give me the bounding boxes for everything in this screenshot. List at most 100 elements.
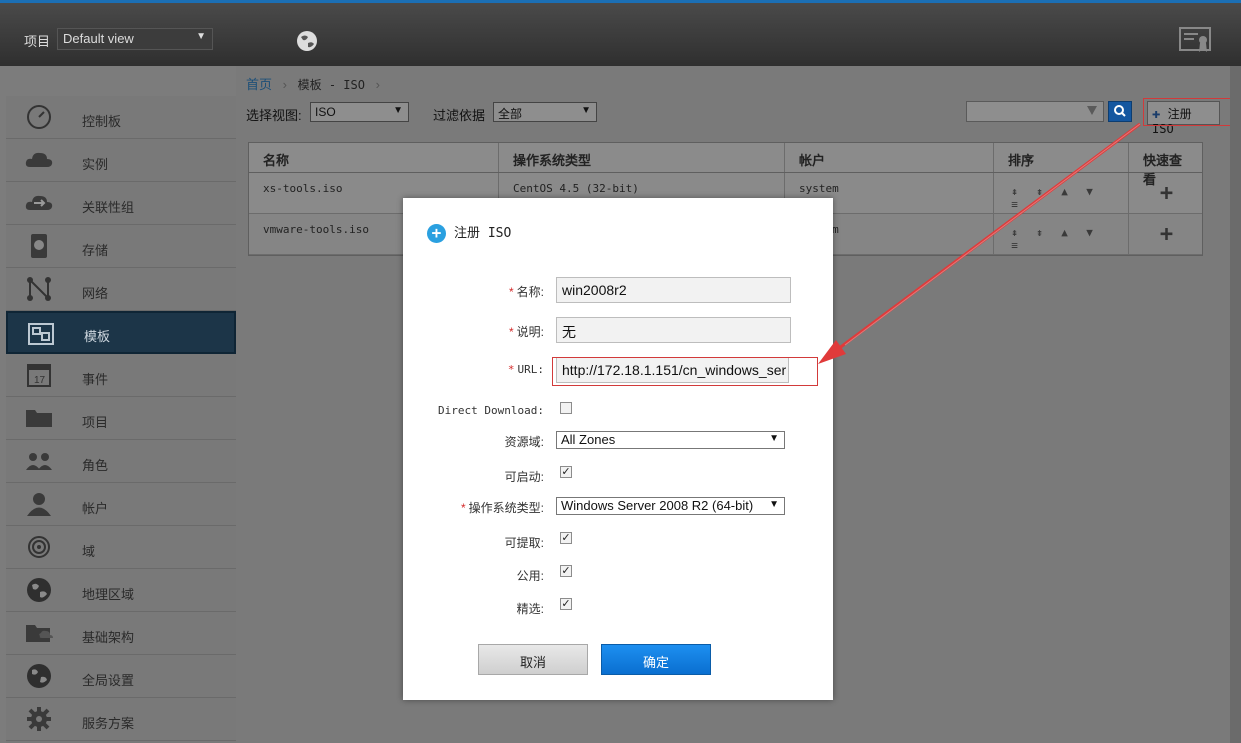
description-field[interactable]: 无 xyxy=(556,317,791,343)
search-icon xyxy=(1114,105,1126,117)
chevron-down-icon: ▼ xyxy=(196,31,206,42)
sidebar-item-projects[interactable]: 项目 xyxy=(6,397,236,440)
breadcrumb: 首页 › 模板 - ISO › xyxy=(246,74,387,93)
sidebar-item-network[interactable]: 网络 xyxy=(6,268,236,311)
url-label: * URL: xyxy=(507,363,545,376)
cancel-button[interactable]: 取消 xyxy=(478,644,588,675)
scrollbar-track[interactable] xyxy=(1230,66,1241,743)
public-label: 公用: xyxy=(516,569,544,583)
sidebar-item-label: 存储 xyxy=(82,243,109,258)
template-icon xyxy=(28,323,54,345)
name-label: * 名称: xyxy=(508,285,544,299)
domain-icon xyxy=(28,536,50,558)
extractable-checkbox[interactable]: ✓ xyxy=(560,532,572,544)
sidebar-item-label: 帐户 xyxy=(82,501,109,516)
description-label: * 说明: xyxy=(508,325,544,339)
zone-select[interactable]: All Zones ▼ xyxy=(556,431,785,449)
direct-download-row: Direct Download: xyxy=(403,398,833,424)
sidebar-item-storage[interactable]: 存储 xyxy=(6,225,236,268)
sidebar-item-label: 关联性组 xyxy=(82,200,135,215)
os-type-label: * 操作系统类型: xyxy=(460,501,544,515)
move-down-icon[interactable]: ▼ xyxy=(1077,185,1102,198)
sidebar-item-global-settings[interactable]: 全局设置 xyxy=(6,655,236,698)
move-bottom-icon[interactable]: ⇟ xyxy=(1027,226,1052,239)
globe-icon[interactable] xyxy=(296,30,318,52)
project-select[interactable]: Default view ▼ xyxy=(57,28,213,50)
sidebar-item-accounts[interactable]: 帐户 xyxy=(6,483,236,526)
os-type-row: * 操作系统类型: Windows Server 2008 R2 (64-bit)… xyxy=(403,493,833,519)
annotation-highlight-box xyxy=(1143,98,1239,126)
featured-checkbox[interactable]: ✓ xyxy=(560,598,572,610)
column-header-order: 排序 xyxy=(994,143,1129,172)
view-select[interactable]: ISO ▼ xyxy=(310,102,409,122)
column-header-os[interactable]: 操作系统类型 xyxy=(499,143,785,172)
quickview-plus-icon[interactable]: + xyxy=(1143,224,1190,246)
dialog-title-text: 注册 ISO xyxy=(454,226,512,241)
url-label-text: URL: xyxy=(517,363,545,376)
zone-label: 资源域: xyxy=(504,435,544,449)
os-type-select-value: Windows Server 2008 R2 (64-bit) xyxy=(561,498,754,513)
sidebar-item-templates[interactable]: 模板 xyxy=(6,311,236,354)
table-header: 名称 操作系统类型 帐户 排序 快速查看 xyxy=(249,143,1202,187)
filter-select[interactable]: 全部 ▼ xyxy=(493,102,597,122)
chevron-down-icon: ▼ xyxy=(581,105,591,116)
drag-icon[interactable]: ≡ xyxy=(1002,239,1027,252)
description-row: * 说明: 无 xyxy=(403,317,833,343)
top-header: 项目 Default view ▼ xyxy=(0,0,1241,66)
move-up-icon[interactable]: ▲ xyxy=(1052,185,1077,198)
name-row: * 名称: win2008r2 xyxy=(403,277,833,303)
sidebar-item-label: 全局设置 xyxy=(82,673,135,688)
cell-quickview: + xyxy=(1129,214,1204,254)
certificate-icon[interactable] xyxy=(1179,27,1211,53)
description-label-text: 说明: xyxy=(516,325,544,339)
move-top-icon[interactable]: ⇞ xyxy=(1002,226,1027,239)
view-select-value: ISO xyxy=(315,105,336,119)
search-button[interactable] xyxy=(1108,101,1132,122)
breadcrumb-separator: › xyxy=(282,77,287,92)
sidebar-item-label: 控制板 xyxy=(82,114,122,129)
os-type-label-text: 操作系统类型: xyxy=(468,501,544,515)
public-checkbox[interactable]: ✓ xyxy=(560,565,572,577)
bootable-checkbox[interactable]: ✓ xyxy=(560,466,572,478)
move-bottom-icon[interactable]: ⇟ xyxy=(1027,185,1052,198)
direct-download-checkbox[interactable] xyxy=(560,402,572,414)
move-down-icon[interactable]: ▼ xyxy=(1077,226,1102,239)
sidebar-item-label: 网络 xyxy=(82,286,109,301)
quickview-plus-icon[interactable]: + xyxy=(1143,183,1190,205)
zone-select-value: All Zones xyxy=(561,432,616,447)
cell-order: ⇞ ⇟ ▲ ▼ ≡ xyxy=(994,214,1129,254)
sidebar-item-instances[interactable]: 实例 xyxy=(6,139,236,182)
sidebar-item-events[interactable]: 17 事件 xyxy=(6,354,236,397)
sidebar-item-label: 项目 xyxy=(82,415,109,430)
filter-select-value: 全部 xyxy=(498,107,523,121)
sidebar-item-affinity[interactable]: 关联性组 xyxy=(6,182,236,225)
zone-row: 资源域: All Zones ▼ xyxy=(403,427,833,453)
column-header-name[interactable]: 名称 xyxy=(249,143,499,172)
settings-globe-icon xyxy=(27,664,51,688)
annotation-highlight-box xyxy=(552,357,818,386)
breadcrumb-separator: › xyxy=(375,77,380,92)
search-input[interactable] xyxy=(966,101,1104,122)
drag-icon[interactable]: ≡ xyxy=(1002,198,1027,211)
os-type-select[interactable]: Windows Server 2008 R2 (64-bit) ▼ xyxy=(556,497,785,515)
sidebar-item-dashboard[interactable]: 控制板 xyxy=(6,96,236,139)
sidebar-item-service-offerings[interactable]: 服务方案 xyxy=(6,698,236,741)
ok-button[interactable]: 确定 xyxy=(601,644,711,675)
move-up-icon[interactable]: ▲ xyxy=(1052,226,1077,239)
column-header-account[interactable]: 帐户 xyxy=(785,143,994,172)
extractable-row: 可提取: ✓ xyxy=(403,528,833,554)
plus-circle-icon: + xyxy=(427,224,446,243)
sidebar-item-infrastructure[interactable]: 基础架构 xyxy=(6,612,236,655)
affinity-cloud-icon xyxy=(25,195,53,210)
column-header-quickview: 快速查看 xyxy=(1143,153,1183,187)
sidebar-item-roles[interactable]: 角色 xyxy=(6,440,236,483)
sidebar-item-label: 基础架构 xyxy=(82,630,135,645)
move-top-icon[interactable]: ⇞ xyxy=(1002,185,1027,198)
folder-icon xyxy=(26,410,52,427)
name-field[interactable]: win2008r2 xyxy=(556,277,791,303)
featured-row: 精选: ✓ xyxy=(403,594,833,620)
network-icon xyxy=(27,277,51,301)
sidebar-item-domains[interactable]: 域 xyxy=(6,526,236,569)
breadcrumb-home-link[interactable]: 首页 xyxy=(246,77,272,92)
sidebar-item-regions[interactable]: 地理区域 xyxy=(6,569,236,612)
